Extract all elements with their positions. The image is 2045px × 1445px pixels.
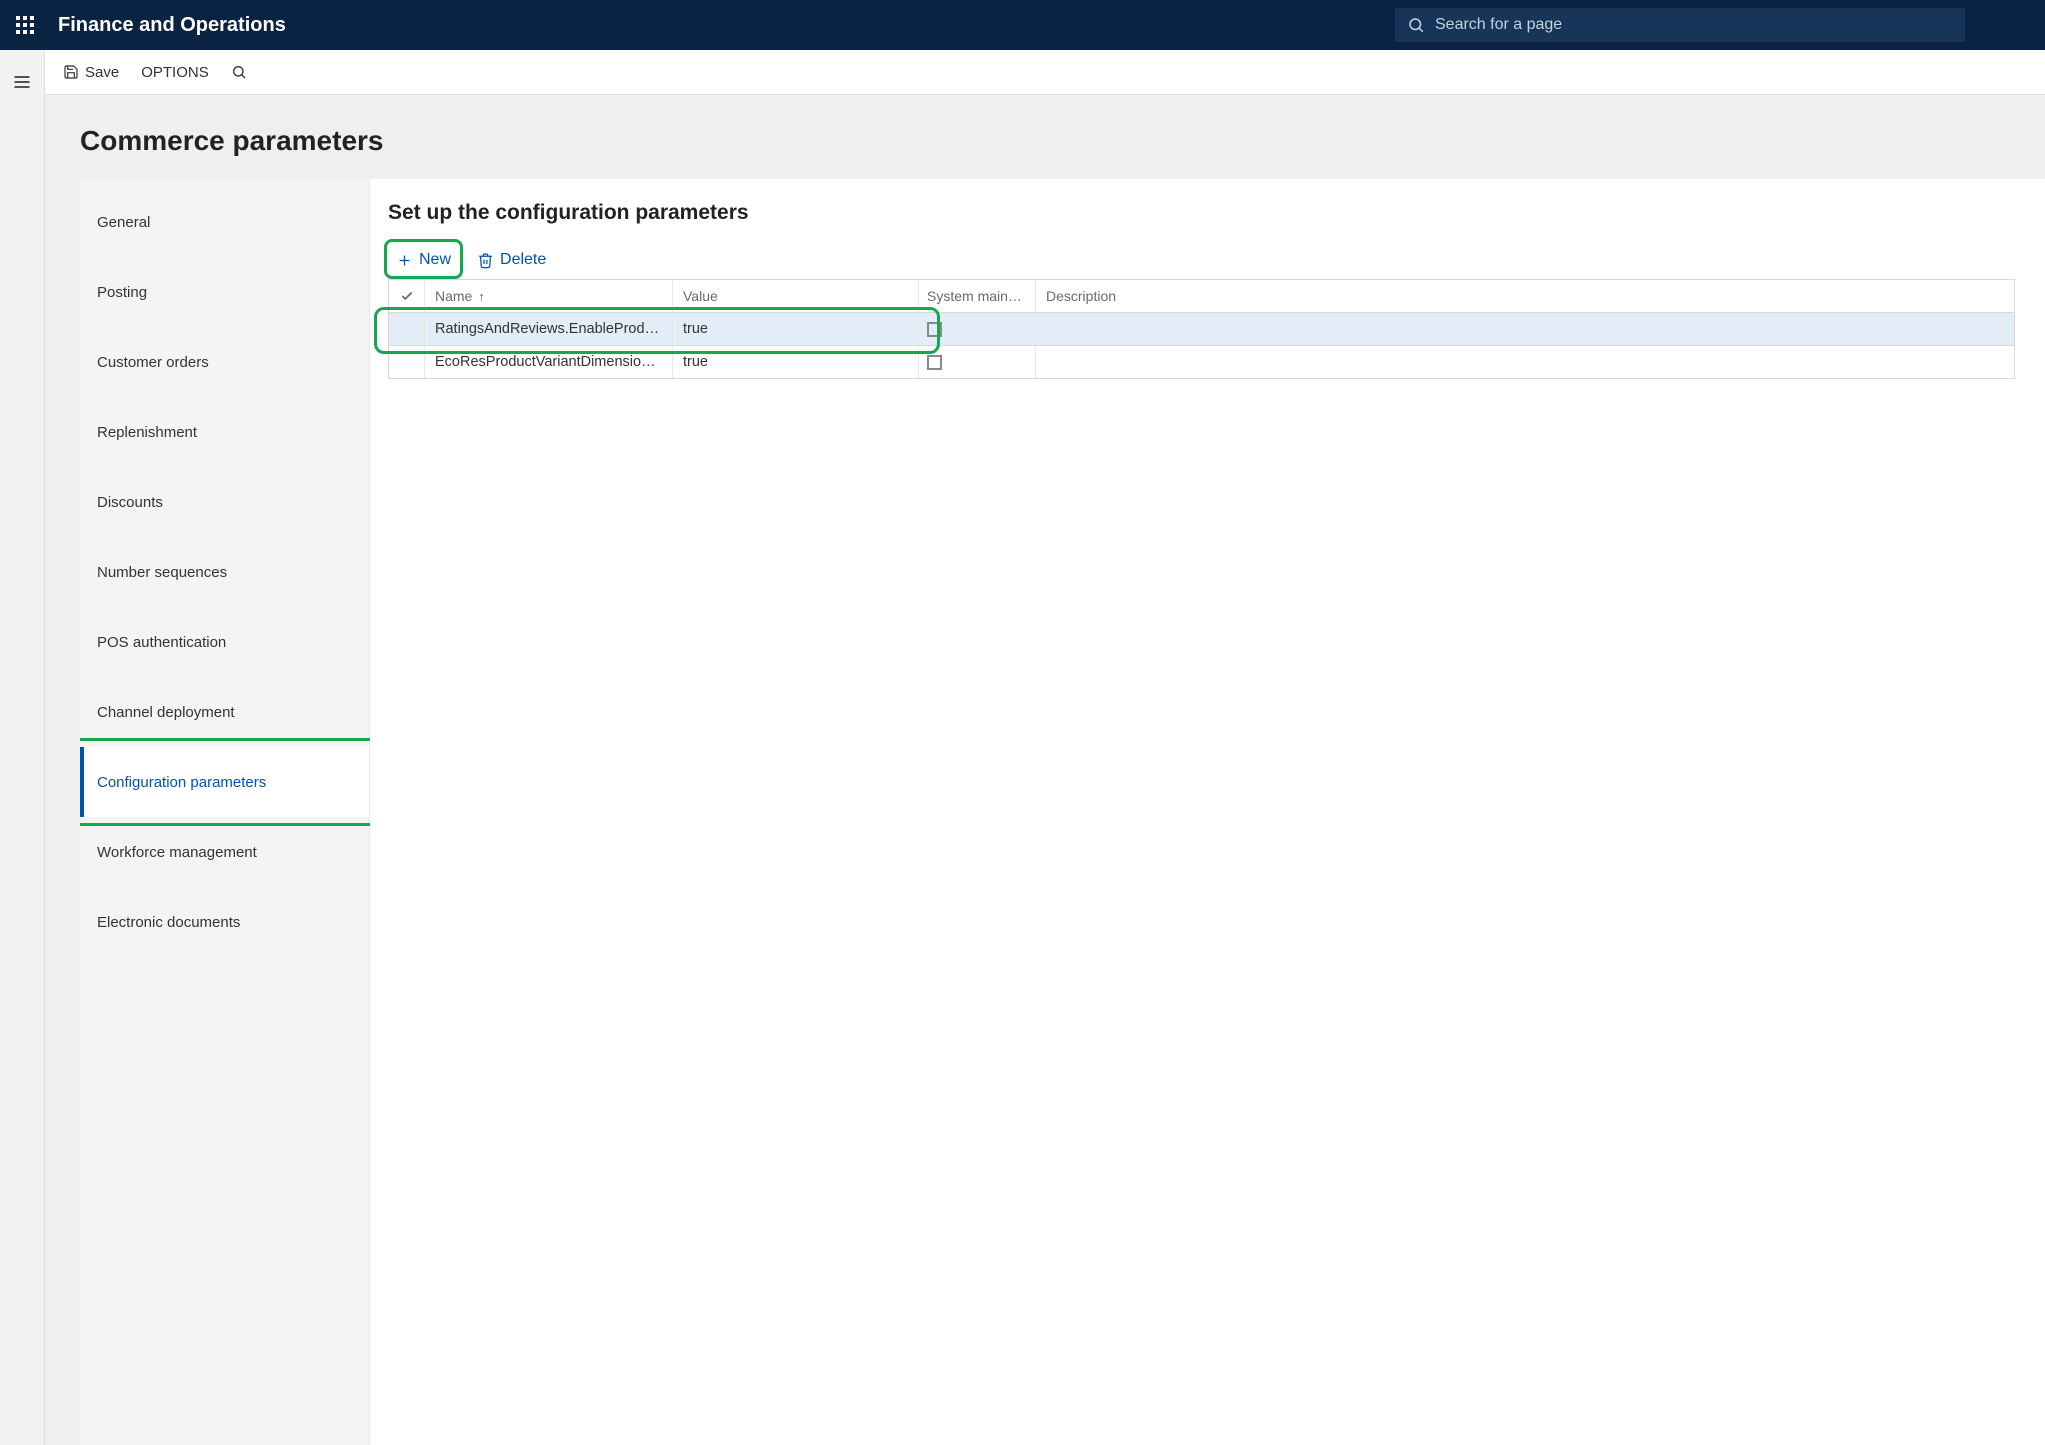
row-select[interactable] bbox=[389, 313, 425, 345]
actionbar-search-button[interactable] bbox=[231, 64, 247, 80]
row-select[interactable] bbox=[389, 346, 425, 378]
col-description[interactable]: Description bbox=[1036, 280, 2014, 312]
col-name[interactable]: Name↑ bbox=[425, 280, 673, 312]
options-label: OPTIONS bbox=[141, 64, 209, 81]
col-value[interactable]: Value bbox=[673, 280, 919, 312]
cell-description[interactable] bbox=[1036, 346, 2014, 378]
table-row[interactable]: RatingsAndReviews.EnableProd…true bbox=[388, 313, 2015, 346]
search-input[interactable] bbox=[1435, 16, 1953, 34]
search-box[interactable] bbox=[1395, 8, 1965, 42]
cell-value[interactable]: true bbox=[673, 313, 919, 345]
cell-system[interactable] bbox=[919, 313, 1036, 345]
col-system[interactable]: System maintai… bbox=[919, 280, 1036, 312]
detail-pane: Set up the configuration parameters New … bbox=[370, 179, 2045, 1445]
search-icon bbox=[231, 64, 247, 80]
checkbox-icon bbox=[927, 322, 942, 337]
new-button[interactable]: New bbox=[390, 247, 457, 273]
check-icon bbox=[400, 289, 414, 303]
sidenav-item[interactable]: General bbox=[80, 187, 369, 257]
section-title: Set up the configuration parameters bbox=[388, 201, 2045, 225]
cell-value[interactable]: true bbox=[673, 346, 919, 378]
sidenav-item[interactable]: POS authentication bbox=[80, 607, 369, 677]
left-rail bbox=[0, 50, 45, 1445]
save-label: Save bbox=[85, 64, 119, 81]
sidenav-item[interactable]: Electronic documents bbox=[80, 887, 369, 957]
cell-description[interactable] bbox=[1036, 313, 2014, 345]
app-title: Finance and Operations bbox=[50, 14, 286, 37]
sort-asc-icon: ↑ bbox=[478, 289, 485, 304]
save-button[interactable]: Save bbox=[63, 64, 119, 81]
sidenav-item[interactable]: Customer orders bbox=[80, 327, 369, 397]
delete-label: Delete bbox=[500, 251, 546, 269]
grid-toolbar: New Delete bbox=[390, 247, 2045, 273]
delete-button[interactable]: Delete bbox=[471, 247, 552, 273]
plus-icon bbox=[396, 252, 413, 269]
cell-system[interactable] bbox=[919, 346, 1036, 378]
sidenav-item[interactable]: Channel deployment bbox=[80, 677, 369, 747]
sidenav-item[interactable]: Discounts bbox=[80, 467, 369, 537]
cell-name[interactable]: EcoResProductVariantDimensio… bbox=[425, 346, 673, 378]
side-nav: GeneralPostingCustomer ordersReplenishme… bbox=[80, 179, 370, 1445]
sidenav-item[interactable]: Replenishment bbox=[80, 397, 369, 467]
waffle-icon[interactable] bbox=[0, 0, 50, 50]
sidenav-item[interactable]: Number sequences bbox=[80, 537, 369, 607]
trash-icon bbox=[477, 252, 494, 269]
page-title: Commerce parameters bbox=[80, 125, 2045, 157]
top-bar: Finance and Operations bbox=[0, 0, 2045, 50]
new-label: New bbox=[419, 251, 451, 269]
save-icon bbox=[63, 64, 79, 80]
options-button[interactable]: OPTIONS bbox=[141, 64, 209, 81]
table-row[interactable]: EcoResProductVariantDimensio…true bbox=[388, 346, 2015, 379]
grid: Name↑ Value System maintai… Description … bbox=[388, 279, 2015, 379]
sidenav-item[interactable]: Configuration parameters bbox=[80, 747, 369, 817]
checkbox-icon bbox=[927, 355, 942, 370]
cell-name[interactable]: RatingsAndReviews.EnableProd… bbox=[425, 313, 673, 345]
select-all-header[interactable] bbox=[389, 280, 425, 312]
sidenav-item[interactable]: Posting bbox=[80, 257, 369, 327]
action-bar: Save OPTIONS bbox=[45, 50, 2045, 95]
sidenav-item[interactable]: Workforce management bbox=[80, 817, 369, 887]
grid-header: Name↑ Value System maintai… Description bbox=[388, 279, 2015, 313]
search-icon bbox=[1407, 16, 1425, 34]
hamburger-icon[interactable] bbox=[0, 62, 44, 102]
